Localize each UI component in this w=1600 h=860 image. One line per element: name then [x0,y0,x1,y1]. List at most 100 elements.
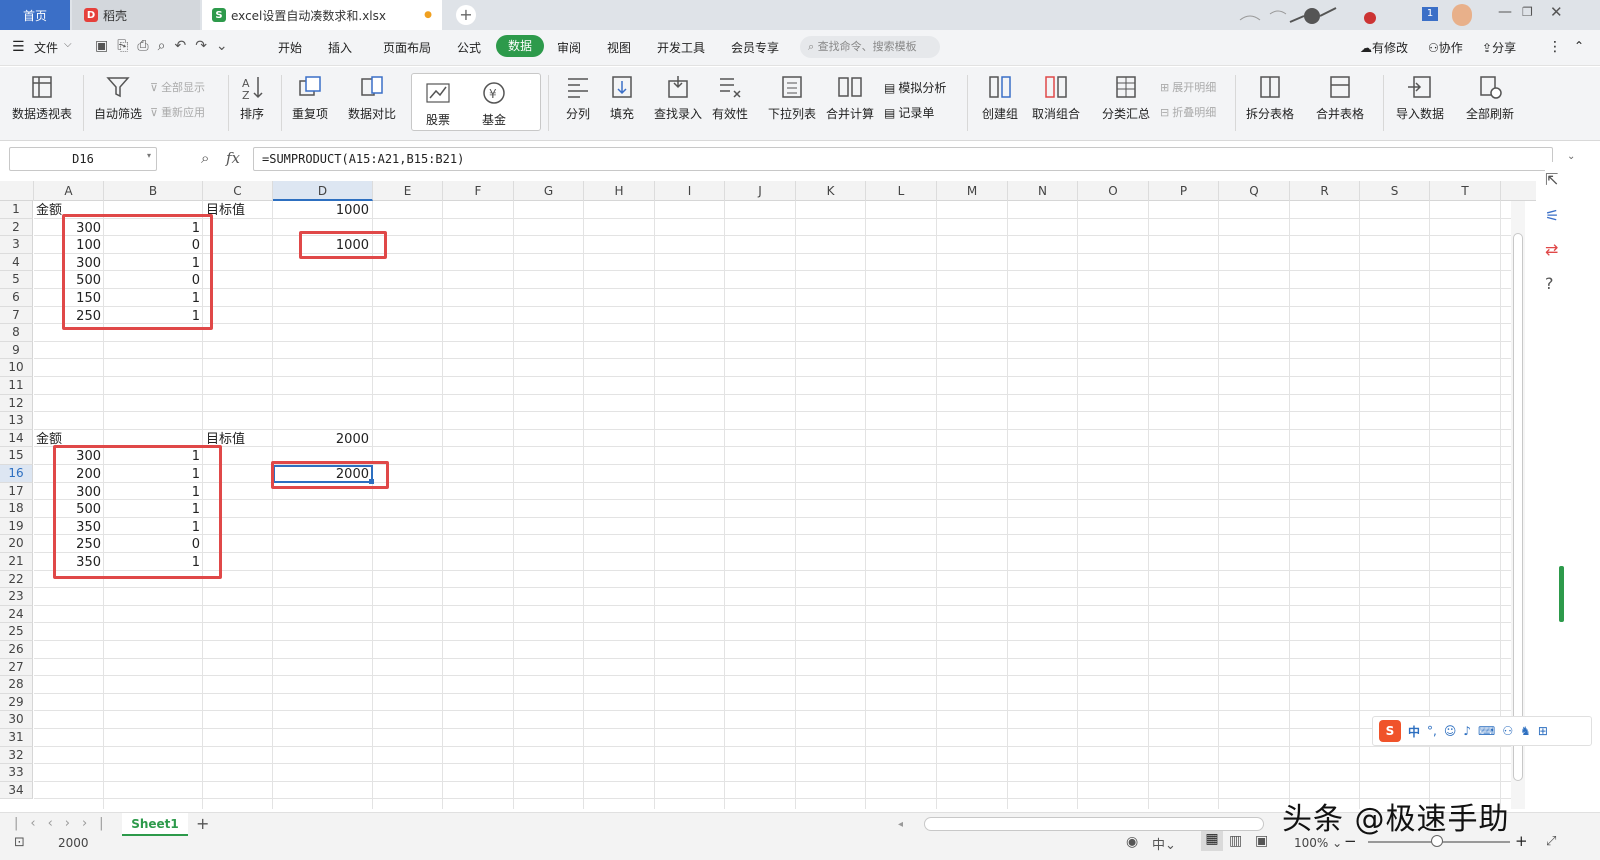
row-header-21[interactable]: 21 [0,553,33,571]
grid-icon[interactable]: ⊞ [1538,724,1548,738]
menu-formulas[interactable]: 公式 [457,39,481,56]
name-box-dropdown-icon[interactable]: ▾ [147,151,151,160]
column-header-n[interactable]: N [1008,181,1078,201]
row-header-12[interactable]: 12 [0,394,33,413]
sheet-nav-arrows[interactable]: |‹‹››| [14,816,116,831]
changes-button[interactable]: ☁有修改 [1360,39,1408,56]
tab-document[interactable]: S excel设置自动凑数求和.xlsx ● [202,0,442,30]
select-cursor-icon[interactable]: ⇱ [1545,170,1558,189]
column-header-d[interactable]: D [273,181,373,201]
column-header-h[interactable]: H [584,181,655,201]
expand-formula-icon[interactable]: ⌄ [1567,151,1575,162]
row-header-26[interactable]: 26 [0,641,33,659]
transfer-icon[interactable]: ⇄ [1545,240,1558,259]
menu-view[interactable]: 视图 [607,39,631,56]
row-header-27[interactable]: 27 [0,658,33,677]
column-header-s[interactable]: S [1360,181,1430,201]
page-layout-view-icon[interactable]: ▥ [1229,833,1242,849]
ime-language[interactable]: 中 [1408,723,1420,740]
column-header-a[interactable]: A [34,181,104,201]
user-icon[interactable]: ⚇ [1502,724,1513,738]
column-header-b[interactable]: B [104,181,203,201]
row-header-5[interactable]: 5 [0,271,33,289]
name-box[interactable]: D16 [9,147,157,171]
row-header-6[interactable]: 6 [0,289,33,307]
column-header-p[interactable]: P [1149,181,1219,201]
row-header-3[interactable]: 3 [0,236,33,254]
sheet-tab-sheet1[interactable]: Sheet1 [122,813,188,836]
row-header-31[interactable]: 31 [0,729,33,747]
hamburger-icon[interactable]: ☰ [12,39,25,55]
row-header-16[interactable]: 16 [0,465,33,483]
row-header-13[interactable]: 13 [0,412,33,430]
share-button[interactable]: ⇪分享 [1482,39,1516,56]
column-header-l[interactable]: L [866,181,937,201]
column-header-f[interactable]: F [443,181,514,201]
select-all-corner[interactable] [0,181,34,201]
column-header-t[interactable]: T [1430,181,1501,201]
row-header-14[interactable]: 14 [0,429,33,448]
settings-slider-icon[interactable]: ⚟ [1545,206,1559,225]
menu-data[interactable]: 数据 [496,35,544,57]
zoom-in-button[interactable]: + [1515,832,1528,850]
row-header-32[interactable]: 32 [0,746,33,765]
whatif-button[interactable]: ▤ 模拟分析 [884,79,946,96]
column-header-q[interactable]: Q [1219,181,1290,201]
column-header-r[interactable]: R [1290,181,1360,201]
row-header-29[interactable]: 29 [0,693,33,712]
input-method-icon[interactable]: 中⌄ [1152,834,1176,853]
tab-home[interactable]: 首页 [0,0,70,30]
column-header-g[interactable]: G [514,181,584,201]
row-header-7[interactable]: 7 [0,306,33,325]
column-header-m[interactable]: M [937,181,1008,201]
reapply-button[interactable]: ⊽ 重新应用 [150,104,205,120]
split-column-button[interactable]: 分列 [564,73,592,122]
page-break-view-icon[interactable]: ▣ [1255,833,1268,849]
spreadsheet-grid[interactable]: ABCDEFGHIJKLMNOPQRST 1 2 3 4 5 6 7 8 9 10 11 12 13 14… [0,181,1536,809]
sort-button[interactable]: AZ 排序 [238,73,266,122]
zoom-level[interactable]: 100% ⌄ [1294,836,1342,850]
horizontal-scrollbar[interactable] [924,817,1264,831]
row-header-18[interactable]: 18 [0,500,33,518]
record-button[interactable]: ▤ 记录单 [884,104,934,121]
column-header-j[interactable]: J [725,181,796,201]
row-header-1[interactable]: 1 [0,201,33,219]
scrollbar-thumb[interactable] [1513,233,1523,781]
show-all-button[interactable]: ⊽ 全部显示 [150,79,205,95]
help-icon[interactable]: ? [1545,274,1554,293]
row-header-4[interactable]: 4 [0,253,33,272]
menu-review[interactable]: 审阅 [557,39,581,56]
row-header-9[interactable]: 9 [0,341,33,360]
row-header-8[interactable]: 8 [0,324,33,342]
consolidate-button[interactable]: 合并计算 [826,73,874,122]
emoji-icon[interactable]: ☺ [1444,724,1457,738]
collab-button[interactable]: ⚇协作 [1428,39,1463,56]
row-header-11[interactable]: 11 [0,377,33,395]
row-header-10[interactable]: 10 [0,359,33,377]
close-icon[interactable]: ✕ [1550,3,1563,21]
menu-home[interactable]: 开始 [278,39,302,56]
row-header-34[interactable]: 34 [0,781,33,800]
eye-protection-icon[interactable]: ◉ [1126,834,1138,850]
refresh-all-button[interactable]: 全部刷新 [1466,73,1514,122]
import-data-button[interactable]: 导入数据 [1396,73,1444,122]
command-search[interactable]: ⌕ 查找命令、搜索模板 [800,36,940,58]
validity-button[interactable]: 有效性 [712,73,748,122]
menu-member[interactable]: 会员专享 [731,39,779,56]
expand-detail-button[interactable]: ⊞ 展开明细 [1160,79,1216,95]
column-header-i[interactable]: I [655,181,725,201]
menu-developer[interactable]: 开发工具 [657,39,705,56]
notification-badge[interactable]: 1 [1422,7,1438,21]
quick-access-icons[interactable]: ▣⎘⎙⌕↶↷⌄ [95,38,237,54]
cell-a1[interactable]: 金额 [36,202,62,219]
column-header-o[interactable]: O [1078,181,1149,201]
add-sheet-button[interactable]: + [196,814,209,833]
row-header-30[interactable]: 30 [0,711,33,729]
column-header-e[interactable]: E [373,181,443,201]
minimize-icon[interactable]: — [1498,4,1512,20]
cell-d1[interactable]: 1000 [274,202,372,219]
row-header-17[interactable]: 17 [0,482,33,501]
normal-view-icon[interactable]: ▦ [1201,831,1223,851]
keyboard-icon[interactable]: ⌨ [1478,724,1495,738]
column-header-c[interactable]: C [203,181,273,201]
